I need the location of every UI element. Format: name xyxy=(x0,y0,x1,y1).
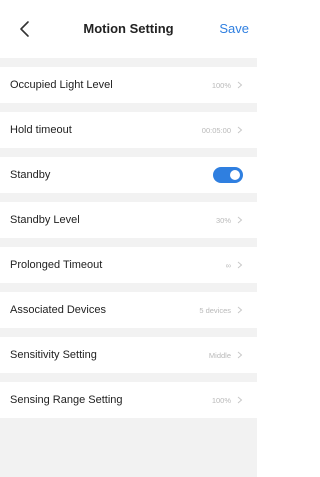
chevron-right-icon xyxy=(237,306,243,314)
settings-list: Occupied Light Level 100% Hold timeout 0… xyxy=(0,58,257,418)
setting-value: Middle xyxy=(208,350,231,360)
chevron-left-icon xyxy=(20,21,29,37)
divider xyxy=(0,58,257,67)
divider xyxy=(0,238,257,247)
divider xyxy=(0,103,257,112)
setting-row-sensitivity[interactable]: Sensitivity Setting Middle xyxy=(0,337,257,373)
setting-row-standby: Standby xyxy=(0,157,257,193)
toggle-knob xyxy=(230,170,240,180)
setting-value: 100% xyxy=(211,80,231,90)
setting-value: ∞ xyxy=(225,260,231,270)
motion-setting-screen: Motion Setting Save Occupied Light Level… xyxy=(0,0,257,477)
setting-label: Standby xyxy=(10,169,51,181)
setting-label: Prolonged Timeout xyxy=(10,259,103,271)
nav-bar: Motion Setting Save xyxy=(0,0,257,58)
setting-label: Occupied Light Level xyxy=(10,79,113,91)
setting-row-standby-level[interactable]: Standby Level 30% xyxy=(0,202,257,238)
setting-label: Hold timeout xyxy=(10,124,72,136)
setting-row-associated-devices[interactable]: Associated Devices 5 devices xyxy=(0,292,257,328)
setting-value: 100% xyxy=(211,395,231,405)
setting-row-prolonged-timeout[interactable]: Prolonged Timeout ∞ xyxy=(0,247,257,283)
chevron-right-icon xyxy=(237,351,243,359)
chevron-right-icon xyxy=(237,81,243,89)
setting-value: 30% xyxy=(215,215,231,225)
save-button[interactable]: Save xyxy=(219,21,249,36)
setting-value: 00:05:00 xyxy=(201,125,231,135)
divider xyxy=(0,373,257,382)
divider xyxy=(0,328,257,337)
divider xyxy=(0,283,257,292)
back-button[interactable] xyxy=(17,19,35,39)
setting-value: 5 devices xyxy=(199,305,231,315)
setting-row-occupied-light-level[interactable]: Occupied Light Level 100% xyxy=(0,67,257,103)
standby-toggle[interactable] xyxy=(213,167,243,183)
setting-label: Associated Devices xyxy=(10,304,106,316)
setting-label: Standby Level xyxy=(10,214,80,226)
setting-label: Sensitivity Setting xyxy=(10,349,97,361)
divider xyxy=(0,148,257,157)
setting-row-sensing-range[interactable]: Sensing Range Setting 100% xyxy=(0,382,257,418)
divider xyxy=(0,193,257,202)
chevron-right-icon xyxy=(237,261,243,269)
setting-row-hold-timeout[interactable]: Hold timeout 00:05:00 xyxy=(0,112,257,148)
chevron-right-icon xyxy=(237,216,243,224)
chevron-right-icon xyxy=(237,396,243,404)
chevron-right-icon xyxy=(237,126,243,134)
setting-label: Sensing Range Setting xyxy=(10,394,123,406)
